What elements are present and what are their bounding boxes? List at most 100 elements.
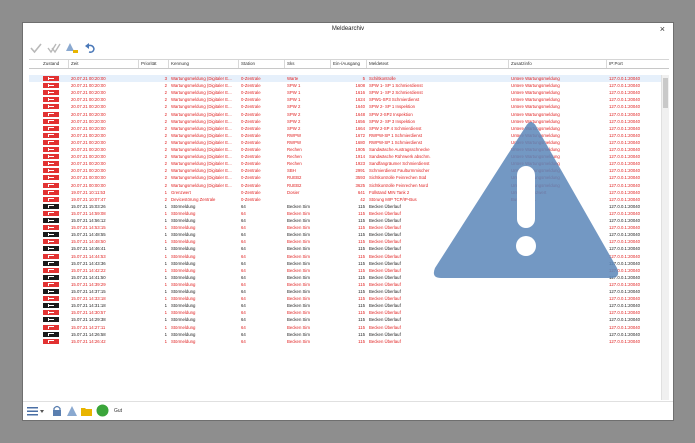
table-row[interactable]: 15.07.21 14:27:11 1 Störmeldung 64 Becken Si… — [29, 324, 661, 331]
state-badge-icon — [43, 267, 59, 273]
cell-station: 0-Zentrale — [241, 118, 261, 124]
table-row[interactable]: 15.07.21 14:26:42 1 Störmeldung 64 Becken Si… — [29, 338, 661, 345]
cell-zusatzinfo: Untere Wartungsmeldung — [511, 83, 560, 89]
cell-kennung: Wartungsmeldung (Digitaler E... — [171, 161, 232, 167]
cell-meldetext: Becken Überlauf — [369, 303, 401, 309]
state-badge-icon — [43, 274, 59, 280]
cell-ip-port: 127.0.0.1:20040 — [609, 317, 641, 323]
cell-prioritaet: 1 — [164, 274, 167, 280]
warning-small-icon[interactable] — [66, 405, 78, 417]
alarm-ack-icon[interactable] — [65, 41, 79, 55]
col-ip-port-header[interactable]: IP:Port — [609, 61, 623, 66]
cell-kennung: Störmeldung — [171, 281, 196, 287]
scrollbar-thumb[interactable] — [663, 78, 668, 108]
cell-ein-ausgang: 1608 — [355, 83, 365, 89]
cell-ein-ausgang: 115 — [358, 324, 365, 330]
col-meldetext-header[interactable]: Meldetext — [369, 61, 389, 66]
cell-sks: RUEB2 — [287, 182, 302, 188]
cell-ein-ausgang: 42 — [360, 196, 365, 202]
cell-sks: Becken Sim — [287, 296, 310, 302]
column-separator[interactable] — [238, 60, 239, 68]
column-separator[interactable] — [330, 60, 331, 68]
cell-ein-ausgang: 1656 — [355, 118, 365, 124]
cell-kennung: Störmeldung — [171, 232, 196, 238]
cell-prioritaet: 1 — [164, 253, 167, 259]
table-row[interactable]: 20.07.21 00:20:00 3 Wartungsmeldung (Digit… — [29, 75, 661, 83]
cell-station: 0-Zentrale — [241, 161, 261, 167]
table-row[interactable]: 15.07.21 14:29:38 1 Störmeldung 64 Becken Si… — [29, 316, 661, 323]
table-row[interactable]: 20.07.21 00:20:00 2 Wartungsmeldung (Digit… — [29, 82, 661, 89]
close-button[interactable]: × — [660, 24, 665, 34]
check-icon[interactable] — [29, 41, 43, 55]
column-separator[interactable] — [138, 60, 139, 68]
cell-ein-ausgang: 1640 — [355, 104, 365, 110]
table-row[interactable]: 15.07.21 14:37:15 1 Störmeldung 64 Becken Si… — [29, 288, 661, 295]
table-row[interactable]: 15.07.21 14:31:18 1 Störmeldung 64 Becken Si… — [29, 302, 661, 309]
cell-ein-ausgang: 115 — [358, 303, 365, 309]
cell-zusatzinfo: Untere Wartungsmeldung — [511, 76, 560, 81]
table-row[interactable]: 20.07.21 00:20:00 2 Wartungsmeldung (Digit… — [29, 89, 661, 96]
cell-sks: Becken Sim — [287, 203, 310, 209]
cell-sks: Becken Sim — [287, 317, 310, 323]
col-zusatzinfo-header[interactable]: Zusatzinfo — [511, 61, 532, 66]
cell-kennung: Störmeldung — [171, 239, 196, 245]
col-zustand-header[interactable]: Zustand — [43, 61, 59, 66]
cell-ein-ausgang: 115 — [358, 253, 365, 259]
cell-ein-ausgang: 5 — [362, 76, 365, 81]
cell-ein-ausgang: 1624 — [355, 97, 365, 103]
col-prioritaet-header[interactable]: Priorität — [141, 61, 157, 66]
menu-icon[interactable] — [27, 407, 45, 416]
table-row[interactable]: 15.07.21 14:30:57 1 Störmeldung 64 Becken Si… — [29, 309, 661, 316]
undo-icon[interactable] — [83, 41, 97, 55]
table-row[interactable]: 20.07.21 00:20:00 2 Wartungsmeldung (Digit… — [29, 103, 661, 110]
cell-prioritaet: 3 — [164, 76, 167, 81]
column-separator[interactable] — [366, 60, 367, 68]
state-badge-icon — [43, 210, 59, 216]
folder-icon[interactable] — [80, 405, 93, 417]
cell-prioritaet: 1 — [164, 225, 167, 231]
cell-prioritaet: 2 — [164, 161, 167, 167]
col-station-header[interactable]: Station — [241, 61, 255, 66]
cell-sks: Becken Sim — [287, 225, 310, 231]
table-row[interactable]: 20.07.21 00:20:00 2 Wartungsmeldung (Digit… — [29, 111, 661, 118]
column-separator[interactable] — [508, 60, 509, 68]
column-separator[interactable] — [606, 60, 607, 68]
column-separator[interactable] — [284, 60, 285, 68]
cell-sks: SPW 1 — [287, 83, 301, 89]
table-row[interactable]: 15.07.21 14:26:58 1 Störmeldung 64 Becken Si… — [29, 331, 661, 338]
cell-station: 64 — [241, 296, 246, 302]
table-row[interactable]: 20.07.21 00:20:00 2 Wartungsmeldung (Digit… — [29, 96, 661, 103]
cell-ein-ausgang: 1914 — [355, 154, 365, 160]
cell-sks: SPW 2 — [287, 125, 301, 131]
column-separator[interactable] — [168, 60, 169, 68]
cell-prioritaet: 1 — [164, 338, 167, 344]
cell-station: 0-Zentrale — [241, 111, 261, 117]
col-zeit-header[interactable]: Zeit — [71, 61, 79, 66]
cell-station: 64 — [241, 253, 246, 259]
cell-kennung: Störmeldung — [171, 289, 196, 294]
column-separator[interactable] — [68, 60, 69, 68]
col-sks-header[interactable]: Sks — [287, 61, 295, 66]
state-badge-icon — [43, 196, 59, 202]
col-kennung-header[interactable]: Kennung — [171, 61, 189, 66]
cell-station: 64 — [241, 210, 246, 216]
cell-sks: RWPW — [287, 132, 302, 138]
cell-ip-port: 127.0.0.1:20040 — [609, 338, 641, 344]
col-ein-ausgang-header[interactable]: Ein-/Ausgang — [333, 61, 360, 66]
cell-kennung: Störmeldung — [171, 225, 196, 231]
cell-zeit: 20.07.21 00:20:00 — [71, 97, 106, 103]
cell-station: 64 — [241, 246, 246, 252]
cell-kennung: Wartungsmeldung (Digitaler E... — [171, 139, 232, 145]
cell-zeit: 15.07.21 14:56:12 — [71, 218, 106, 223]
table-row[interactable]: 15.07.21 14:33:18 1 Störmeldung 64 Becken Si… — [29, 295, 661, 302]
cell-kennung: Devicestörung Zentrale — [171, 196, 216, 202]
cell-zeit: 20.07.21 00:20:00 — [71, 168, 106, 174]
cell-prioritaet: 2 — [164, 154, 167, 160]
double-check-icon[interactable] — [47, 41, 61, 55]
cell-ein-ausgang: 1664 — [355, 125, 365, 131]
lock-icon[interactable] — [51, 405, 63, 417]
cell-zeit: 20.07.21 00:00:00 — [71, 175, 106, 181]
cell-ip-port: 127.0.0.1:20040 — [609, 289, 641, 294]
vertical-scrollbar[interactable] — [661, 75, 669, 400]
state-badge-icon — [43, 168, 59, 174]
